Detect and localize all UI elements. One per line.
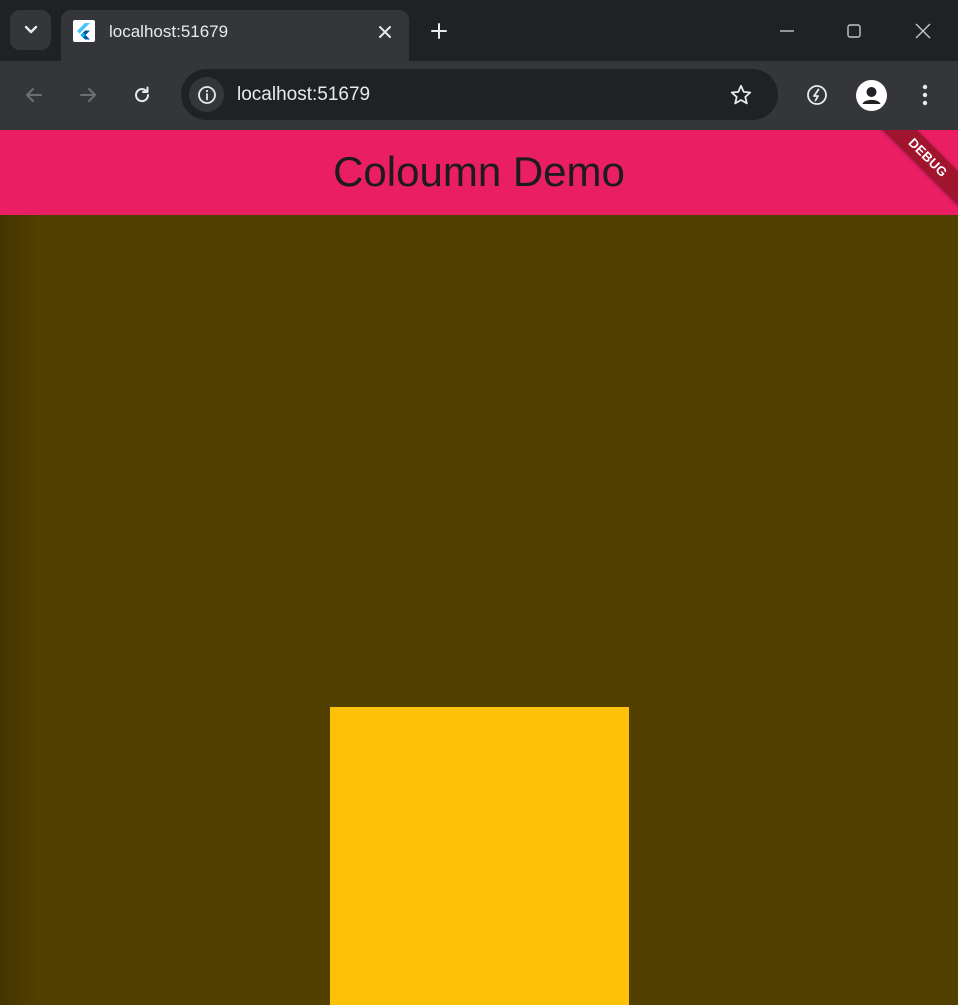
profile-button[interactable] bbox=[854, 78, 888, 112]
app-bar: Coloumn Demo bbox=[0, 130, 958, 215]
page-viewport: Coloumn Demo DEBUG bbox=[0, 130, 958, 1005]
arrow-left-icon bbox=[26, 88, 42, 102]
browser-menu-button[interactable] bbox=[908, 78, 942, 112]
star-icon bbox=[730, 84, 752, 105]
info-icon bbox=[197, 85, 216, 104]
bookmark-button[interactable] bbox=[726, 81, 756, 109]
reload-icon bbox=[135, 86, 150, 103]
close-icon bbox=[915, 23, 931, 39]
tab-title: localhost:51679 bbox=[109, 22, 229, 41]
flutter-icon bbox=[73, 20, 95, 42]
reload-button[interactable] bbox=[125, 78, 159, 112]
forward-button[interactable] bbox=[71, 78, 105, 112]
site-info-button[interactable] bbox=[189, 77, 224, 112]
back-button[interactable] bbox=[17, 78, 51, 112]
browser-window: localhost:51679 localhost:51679 Coloumn … bbox=[0, 0, 958, 1005]
minimize-button[interactable] bbox=[770, 14, 804, 48]
minimize-icon bbox=[780, 30, 794, 32]
column-body bbox=[0, 215, 958, 1005]
plus-icon bbox=[431, 23, 447, 39]
url-text[interactable]: localhost:51679 bbox=[237, 84, 370, 106]
new-tab-button[interactable] bbox=[426, 18, 452, 44]
tab-close-button[interactable] bbox=[373, 20, 397, 44]
close-window-button[interactable] bbox=[906, 14, 940, 48]
maximize-button[interactable] bbox=[837, 14, 871, 48]
tab-strip: localhost:51679 bbox=[0, 0, 958, 61]
browser-toolbar: localhost:51679 bbox=[0, 61, 958, 130]
kebab-menu-icon bbox=[922, 84, 928, 106]
chevron-down-icon bbox=[24, 25, 37, 34]
tab-active[interactable]: localhost:51679 bbox=[61, 10, 409, 61]
tab-search-button[interactable] bbox=[10, 10, 51, 50]
maximize-icon bbox=[847, 24, 861, 38]
person-icon bbox=[855, 79, 887, 111]
leaf-icon bbox=[807, 85, 827, 105]
address-bar[interactable]: localhost:51679 bbox=[181, 69, 778, 120]
extension-button[interactable] bbox=[800, 78, 834, 112]
arrow-right-icon bbox=[80, 88, 96, 102]
column-child-box bbox=[330, 707, 629, 1005]
left-edge-shadow bbox=[0, 215, 40, 1005]
close-icon bbox=[379, 26, 391, 38]
page-title: Coloumn Demo bbox=[333, 147, 625, 195]
